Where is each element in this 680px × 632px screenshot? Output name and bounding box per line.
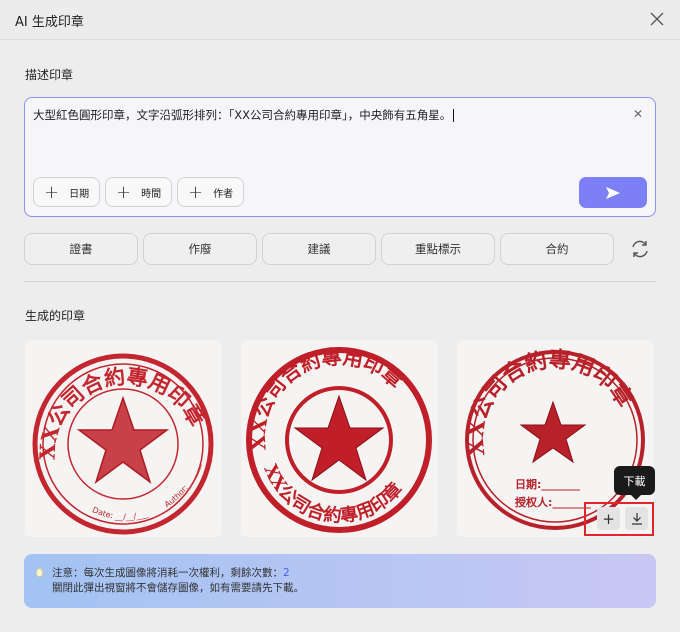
plus-icon: +: [602, 509, 615, 528]
svg-text:Author: ______: Author: ______: [163, 461, 203, 509]
results-label: 生成的印章: [25, 309, 86, 323]
clear-icon[interactable]: ✕: [633, 107, 643, 121]
refresh-icon[interactable]: [629, 238, 651, 260]
plus-icon: +: [188, 181, 204, 203]
send-icon: [606, 186, 620, 199]
tag-highlight[interactable]: 重點標示: [381, 233, 495, 265]
insert-time-chip[interactable]: + 時間: [105, 177, 173, 207]
send-button[interactable]: [579, 177, 647, 208]
divider: [24, 281, 656, 282]
tag-void[interactable]: 作廢: [143, 233, 257, 265]
remaining-count: 2: [283, 567, 290, 579]
notice-line1: 注意：每次生成圖像將消耗一次權利，剩餘次數：: [52, 567, 283, 579]
plus-icon: +: [44, 181, 60, 203]
insert-author-chip[interactable]: + 作者: [177, 177, 245, 207]
insert-date-chip[interactable]: + 日期: [33, 177, 101, 207]
chip-label: 日期: [69, 188, 90, 200]
tag-contract[interactable]: 合約: [500, 233, 614, 265]
stamp-date-text: Date: __/__/___: [91, 505, 150, 521]
dialog-title: AI 生成印章: [15, 15, 84, 30]
svg-text:Date: __/__/___: Date: __/__/___: [91, 505, 150, 521]
notice-line2: 關閉此彈出視窗將不會儲存圖像，如有需要請先下載。: [52, 582, 304, 594]
stamp-image-2[interactable]: XX公司合約專用印章 XX公司合約專用印章: [241, 340, 438, 537]
stamp-image-1[interactable]: XX公司合約專用印章 Date: __/__/___ Author: _____…: [25, 340, 222, 537]
tag-certificate[interactable]: 證書: [24, 233, 138, 265]
stamp-signer-line: 授权人:_______: [515, 495, 591, 509]
add-button[interactable]: +: [597, 507, 620, 530]
describe-label: 描述印章: [25, 68, 74, 82]
stamp-date-line: 日期:_______: [515, 477, 580, 491]
download-tooltip: 下載: [614, 466, 655, 500]
stamp-author-text: Author: ______: [163, 461, 203, 509]
description-input[interactable]: 大型紅色圓形印章，文字沿弧形排列：「XX公司合約專用印章」，中央飾有五角星。 ✕…: [24, 97, 656, 217]
notice-banner: 注意：每次生成圖像將消耗一次權利，剩餘次數：2 關閉此彈出視窗將不會儲存圖像，如…: [24, 554, 656, 608]
chip-label: 作者: [213, 188, 234, 200]
star-icon: [519, 400, 587, 464]
dialog-header: AI 生成印章: [0, 0, 680, 40]
star-icon: [293, 394, 385, 482]
plus-icon: +: [116, 181, 132, 203]
lightbulb-icon: [36, 568, 43, 577]
download-icon: [631, 513, 642, 525]
download-button[interactable]: [625, 507, 648, 530]
description-text[interactable]: 大型紅色圓形印章，文字沿弧形排列：「XX公司合約專用印章」，中央飾有五角星。: [33, 107, 454, 123]
close-icon[interactable]: [648, 10, 666, 28]
chip-label: 時間: [141, 188, 162, 200]
tag-suggestion[interactable]: 建議: [262, 233, 376, 265]
star-icon: [76, 395, 170, 484]
